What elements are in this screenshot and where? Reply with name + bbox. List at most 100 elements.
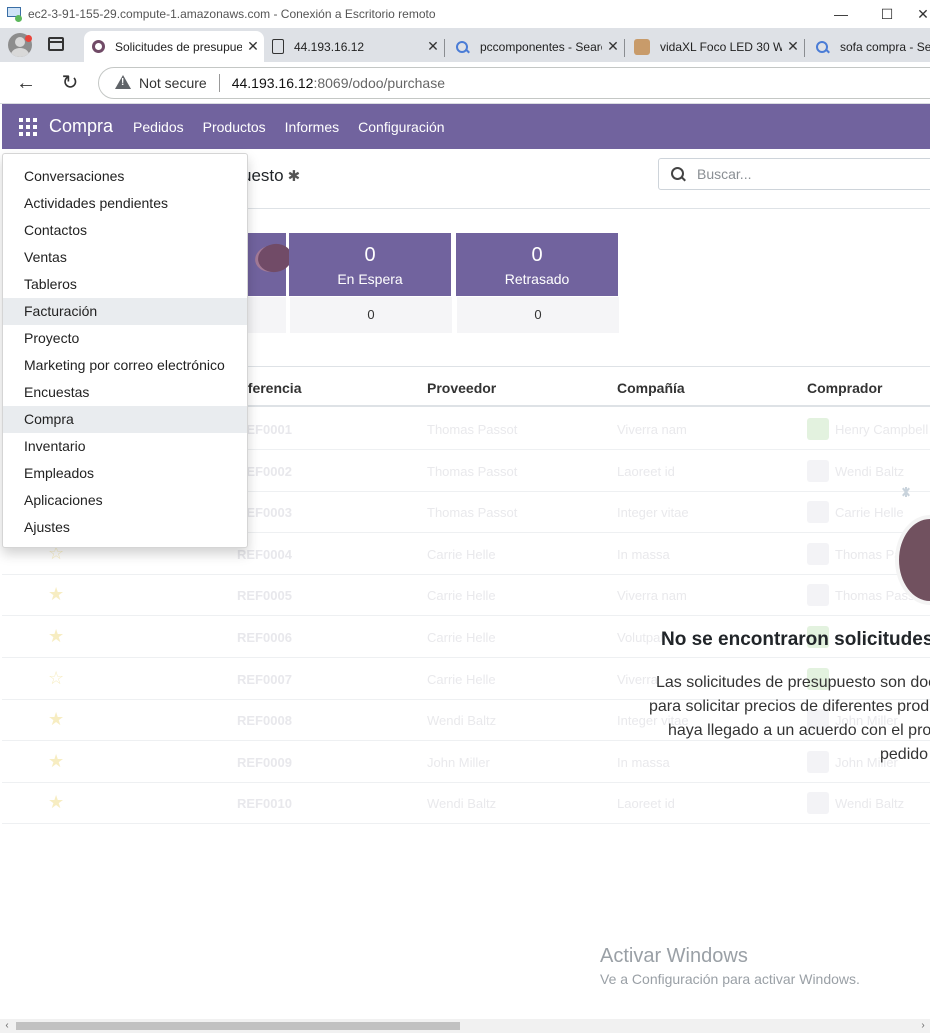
menu-item-conversaciones[interactable]: Conversaciones	[3, 163, 247, 190]
close-tab-icon[interactable]: ✕	[602, 38, 624, 55]
browser-tab-vidaxl[interactable]: vidaXL Foco LED 30 W ✕	[626, 31, 804, 62]
cell-buyer: Wendi Baltz	[807, 460, 904, 482]
dashboard-sub-retrasado[interactable]: 0	[457, 297, 619, 333]
cell-vendor: Carrie Helle	[427, 630, 496, 645]
cell-reference: REF0010	[237, 796, 292, 811]
menu-item-tableros[interactable]: Tableros	[3, 271, 247, 298]
empty-state-title: No se encontraron solicitudes	[661, 629, 930, 650]
reload-icon[interactable]: ↻	[58, 71, 82, 95]
browser-tab-odoo[interactable]: Solicitudes de presupuesto ✕	[84, 31, 264, 62]
close-tab-icon[interactable]: ✕	[242, 38, 264, 55]
menu-item-actividades-pendientes[interactable]: Actividades pendientes	[3, 190, 247, 217]
menu-item-aplicaciones[interactable]: Aplicaciones	[3, 487, 247, 514]
avatar	[807, 460, 829, 482]
star-icon[interactable]: ★	[48, 626, 64, 647]
star-icon[interactable]: ★	[48, 792, 64, 813]
app-brand[interactable]: Compra	[49, 116, 113, 137]
star-icon[interactable]: ★	[48, 584, 64, 605]
menu-pedidos[interactable]: Pedidos	[133, 119, 184, 135]
buyer-name: Wendi Baltz	[835, 463, 905, 479]
dashboard-card-en-espera[interactable]: 0 En Espera	[289, 233, 451, 296]
cell-company: In massa	[617, 755, 670, 770]
buyer-name: Wendi Baltz	[835, 795, 905, 811]
cell-company: In massa	[617, 547, 670, 562]
search-icon	[671, 167, 685, 181]
cell-company: Laoreet id	[617, 796, 675, 811]
star-icon[interactable]: ☆	[48, 668, 64, 689]
table-row[interactable]: ★ REF0005 Carrie Helle Viverra nam Thomas Pa…	[2, 574, 930, 616]
column-comprador[interactable]: Comprador	[807, 380, 882, 396]
cell-company: Integer vitae	[617, 505, 689, 520]
security-label[interactable]: Not secure	[139, 75, 207, 91]
menu-item-inventario[interactable]: Inventario	[3, 433, 247, 460]
cell-buyer: Wendi Baltz	[807, 792, 904, 814]
page-title-text: uesto	[242, 166, 284, 185]
close-window-button[interactable]: ✕	[900, 0, 930, 28]
star-icon[interactable]: ★	[48, 751, 64, 772]
menu-item-empleados[interactable]: Empleados	[3, 460, 247, 487]
tab-separator	[624, 39, 625, 57]
search-input[interactable]: Buscar...	[658, 158, 930, 190]
warning-icon[interactable]	[115, 75, 131, 91]
menu-productos[interactable]: Productos	[203, 119, 266, 135]
menu-item-ajustes[interactable]: Ajustes	[3, 514, 247, 541]
menu-configuracion[interactable]: Configuración	[358, 119, 444, 135]
cell-vendor: Thomas Passot	[427, 464, 518, 479]
apps-grid-icon[interactable]	[19, 117, 37, 136]
tab-title: Solicitudes de presupuesto	[115, 39, 242, 54]
scroll-left-arrow-icon[interactable]: ‹	[0, 1019, 14, 1033]
address-bar[interactable]: Not secure 44.193.16.12 :8069/odoo/purch…	[98, 67, 930, 99]
scrollbar-thumb[interactable]	[16, 1022, 460, 1030]
cell-reference: REF0007	[237, 672, 292, 687]
menu-item-marketing-por-correo-electronico[interactable]: Marketing por correo electrónico	[3, 352, 247, 379]
column-compania[interactable]: Compañía	[617, 380, 685, 396]
cell-vendor: John Miller	[427, 755, 490, 770]
tab-search-icon[interactable]	[48, 37, 64, 51]
menu-item-encuestas[interactable]: Encuestas	[3, 379, 247, 406]
menu-item-proyecto[interactable]: Proyecto	[3, 325, 247, 352]
column-proveedor[interactable]: Proveedor	[427, 380, 496, 396]
cell-buyer: Carrie Helle	[807, 501, 904, 523]
horizontal-scrollbar[interactable]: ‹ ›	[0, 1019, 930, 1033]
dashboard-sub-en-espera[interactable]: 0	[290, 297, 452, 333]
card-label: En Espera	[337, 271, 403, 287]
cell-company: Volutpat	[617, 630, 664, 645]
star-icon[interactable]: ★	[48, 709, 64, 730]
cell-reference: REF0004	[237, 547, 292, 562]
card-value: 0	[364, 244, 376, 266]
close-tab-icon[interactable]: ✕	[782, 38, 804, 55]
menu-item-ventas[interactable]: Ventas	[3, 244, 247, 271]
avatar	[807, 584, 829, 606]
avatar	[807, 543, 829, 565]
card-label: Retrasado	[504, 271, 570, 287]
column-referencia[interactable]: eferencia	[240, 380, 301, 396]
minimize-button[interactable]: —	[818, 0, 864, 28]
cell-vendor: Carrie Helle	[427, 547, 496, 562]
menu-informes[interactable]: Informes	[285, 119, 339, 135]
profile-notification-dot	[25, 35, 32, 42]
scroll-right-arrow-icon[interactable]: ›	[916, 1019, 930, 1033]
table-row[interactable]: ★ REF0009 John Miller In massa John Miller	[2, 741, 930, 783]
buyer-name: Henry Campbell	[835, 421, 929, 437]
search-favicon-icon	[814, 39, 830, 55]
dashboard-card-retrasado[interactable]: 0 Retrasado	[456, 233, 618, 296]
close-tab-icon[interactable]: ✕	[422, 38, 444, 55]
browser-tab-ip[interactable]: 44.193.16.12 ✕	[264, 31, 444, 62]
back-arrow-icon[interactable]: ←	[14, 71, 38, 95]
search-placeholder: Buscar...	[697, 166, 752, 182]
tab-title: sofa compra - Search	[840, 39, 930, 54]
window-title: ec2-3-91-155-29.compute-1.amazonaws.com …	[28, 7, 436, 21]
url-host[interactable]: 44.193.16.12	[232, 75, 314, 91]
gear-icon[interactable]: ✱	[288, 167, 301, 185]
browser-tab-sofa[interactable]: sofa compra - Search	[806, 31, 930, 62]
menu-item-compra[interactable]: Compra	[3, 406, 247, 433]
browser-tab-strip: Solicitudes de presupuesto ✕ 44.193.16.1…	[0, 28, 930, 62]
menu-item-contactos[interactable]: Contactos	[3, 217, 247, 244]
url-path[interactable]: :8069/odoo/purchase	[313, 75, 445, 91]
browser-tab-pccomponentes[interactable]: pccomponentes - Search ✕	[446, 31, 624, 62]
avatar	[807, 751, 829, 773]
cell-buyer: Henry Campbell	[807, 418, 928, 440]
menu-item-facturacion[interactable]: Facturación	[3, 298, 247, 325]
cell-vendor: Carrie Helle	[427, 588, 496, 603]
table-row[interactable]: ★ REF0010 Wendi Baltz Laoreet id Wendi Baltz	[2, 782, 930, 824]
